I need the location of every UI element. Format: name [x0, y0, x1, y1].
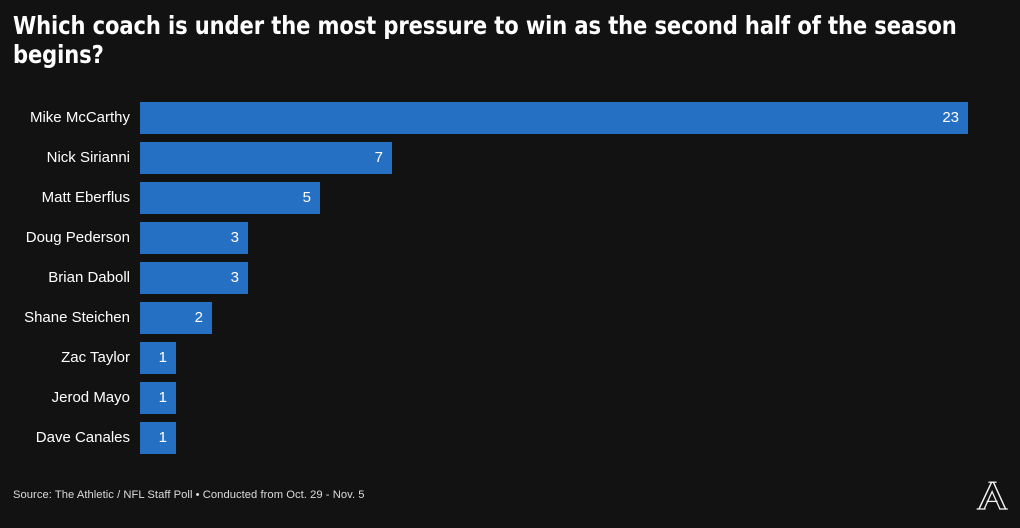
bar-category-label: Jerod Mayo: [51, 389, 130, 406]
bar-value-label: 1: [158, 389, 167, 406]
bar-value-label: 3: [230, 269, 239, 286]
page-title: Which coach is under the most pressure t…: [13, 11, 964, 69]
bar-track: 1: [140, 342, 1020, 374]
bar-track: 1: [140, 382, 1020, 414]
table-row: Brian Daboll 3: [0, 262, 1020, 294]
table-row: Nick Sirianni 7: [0, 142, 1020, 174]
bar-track: 3: [140, 262, 1020, 294]
bar-category-label: Mike McCarthy: [29, 109, 130, 126]
table-row: Dave Canales 1: [0, 422, 1020, 454]
bar-value-label: 23: [942, 109, 959, 126]
bar-value-label: 1: [158, 429, 167, 446]
bar-category-label: Shane Steichen: [24, 309, 130, 326]
bar-category-label: Zac Taylor: [61, 349, 130, 366]
bar-value-label: 1: [158, 349, 167, 366]
bar-category-label: Doug Pederson: [25, 229, 130, 246]
poll-chart-card: Which coach is under the most pressure t…: [0, 0, 1020, 528]
source-footnote: Source: The Athletic / NFL Staff Poll • …: [13, 489, 365, 501]
bar-track: 23: [140, 102, 1020, 134]
bar-value-label: 3: [230, 229, 239, 246]
bar-track: 1: [140, 422, 1020, 454]
bar-track: 2: [140, 302, 1020, 334]
the-athletic-a-logo-icon: [975, 478, 1009, 514]
bar-value-label: 5: [302, 189, 311, 206]
bar-value-label: 7: [374, 149, 383, 166]
bar-category-label: Matt Eberflus: [41, 189, 130, 206]
bar-value-label: 2: [194, 309, 203, 326]
bar-chart-plot-area: Mike McCarthy 23 Nick Sirianni 7 Matt Eberfl…: [0, 94, 1020, 464]
bar-category-label: Brian Daboll: [48, 269, 130, 286]
bar-category-label: Dave Canales: [35, 429, 130, 446]
bar-track: 7: [140, 142, 1020, 174]
bar-track: 5: [140, 182, 1020, 214]
bar-track: 3: [140, 222, 1020, 254]
bar-category-label: Nick Sirianni: [46, 149, 130, 166]
table-row: Doug Pederson 3: [0, 222, 1020, 254]
table-row: Jerod Mayo 1: [0, 382, 1020, 414]
table-row: Zac Taylor 1: [0, 342, 1020, 374]
table-row: Matt Eberflus 5: [0, 182, 1020, 214]
table-row: Mike McCarthy 23: [0, 102, 1020, 134]
table-row: Shane Steichen 2: [0, 302, 1020, 334]
